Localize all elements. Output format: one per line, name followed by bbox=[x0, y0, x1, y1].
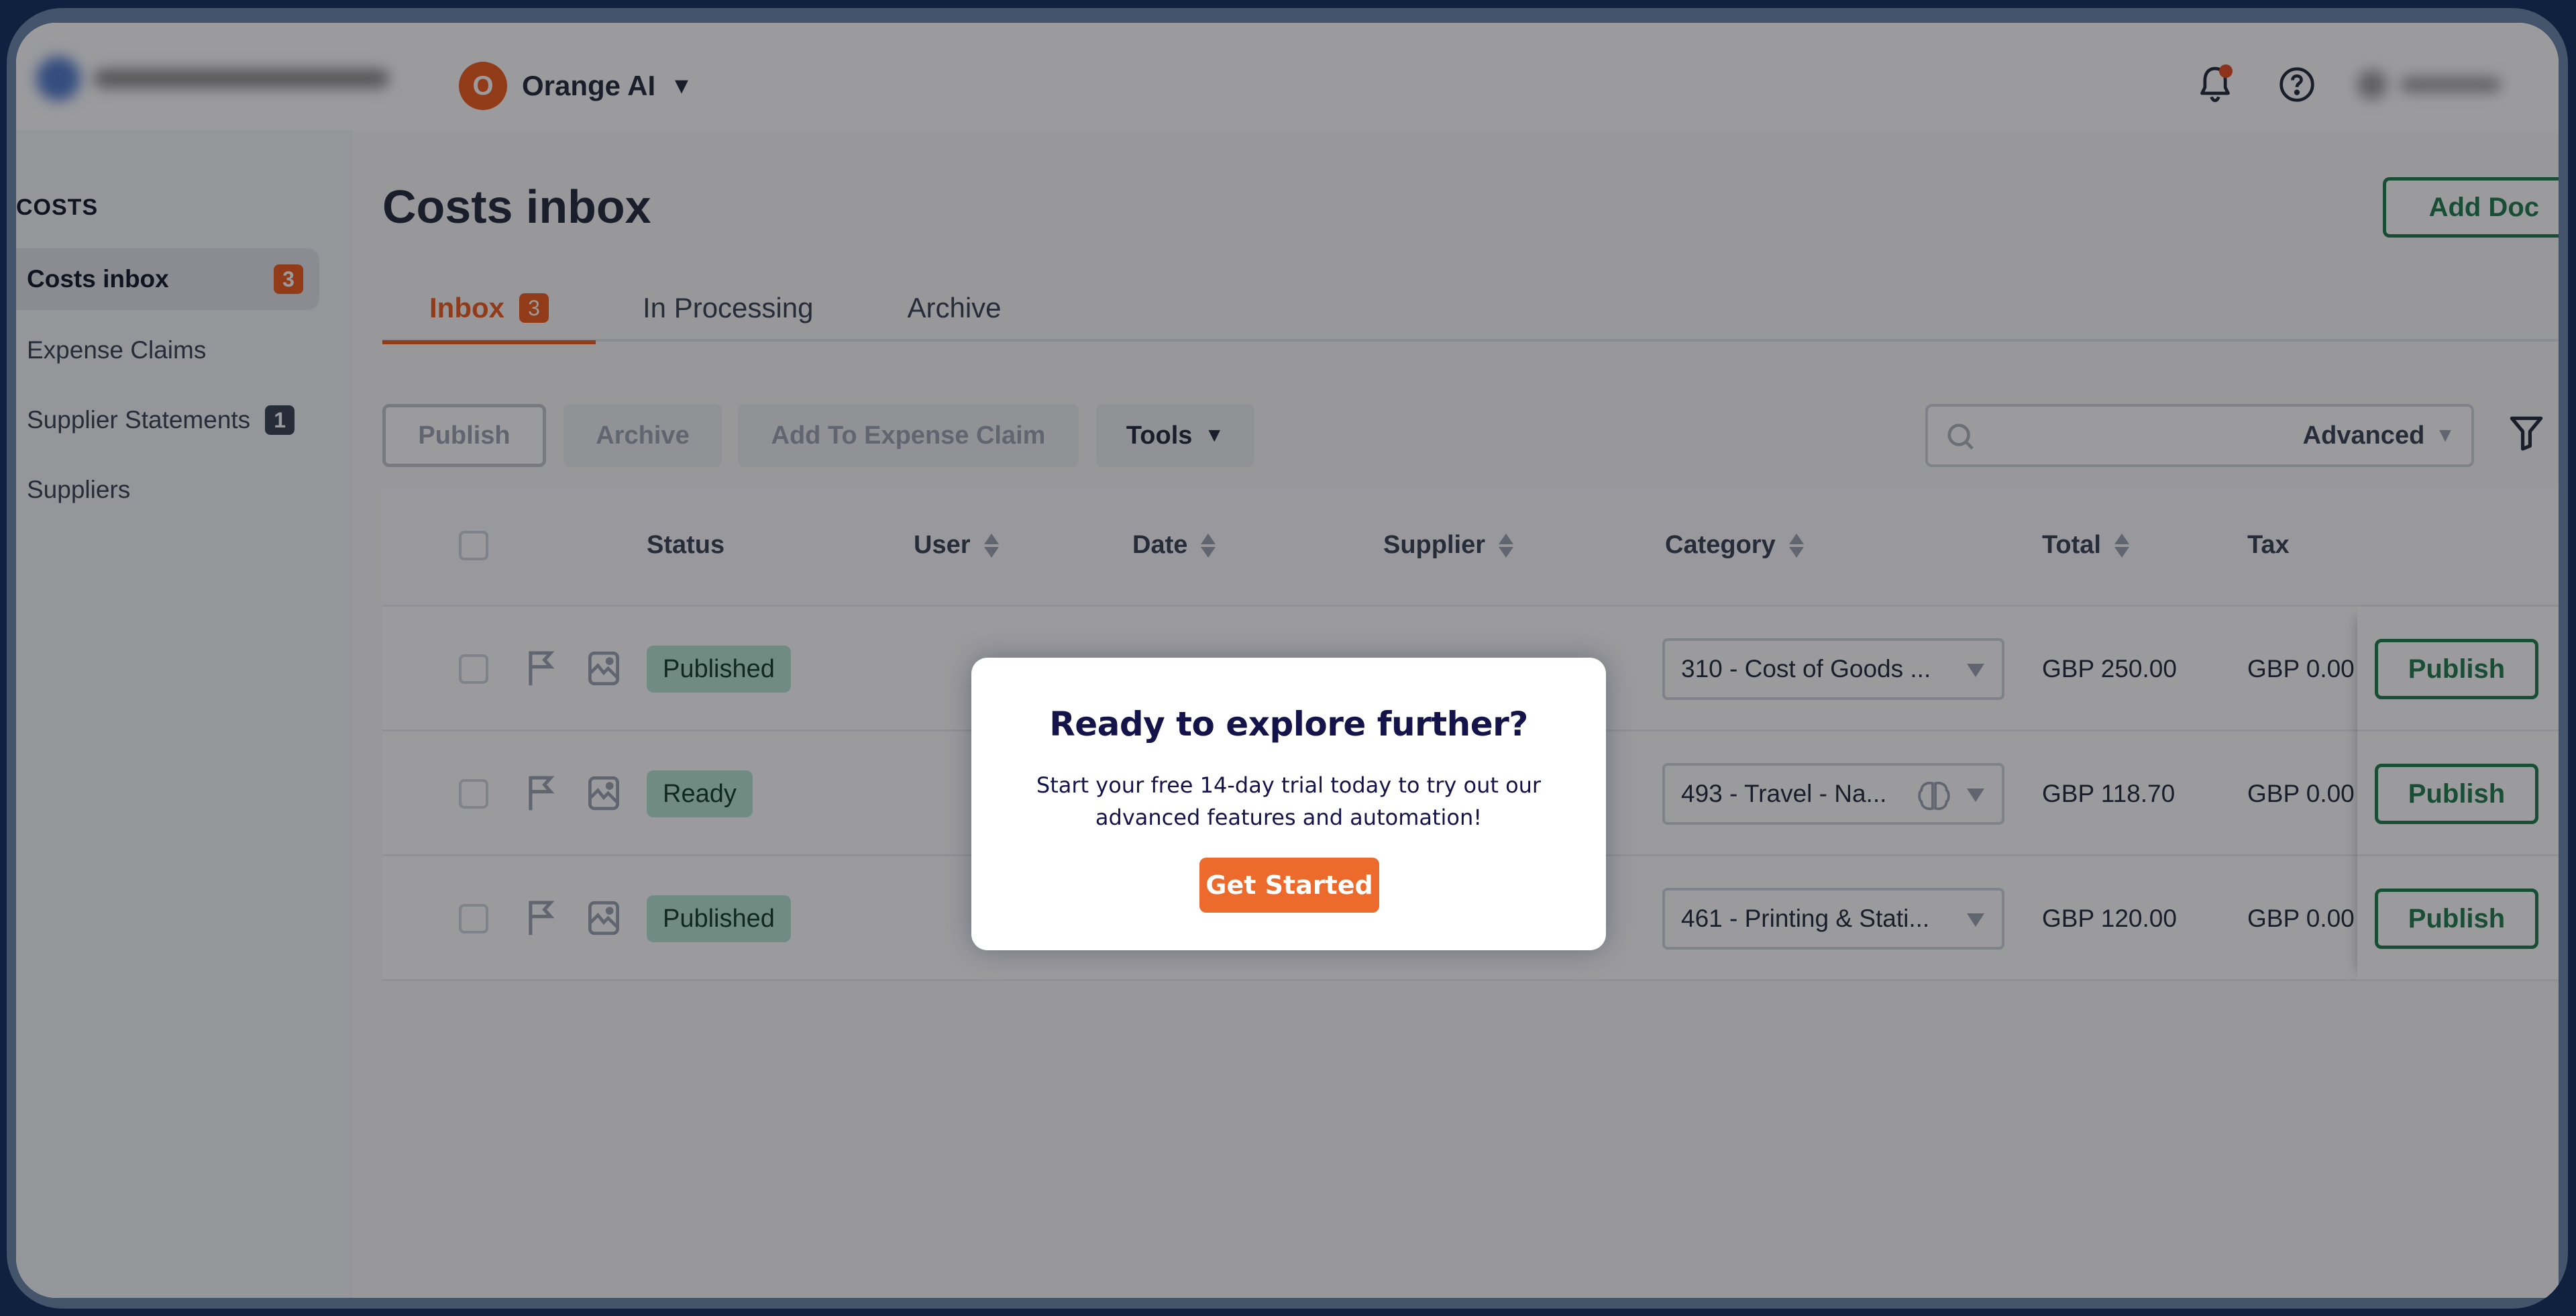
modal-body: Start your free 14-day trial today to tr… bbox=[1036, 772, 1542, 830]
upgrade-modal: Ready to explore further? Start your fre… bbox=[971, 658, 1606, 950]
get-started-button[interactable]: Get Started bbox=[1199, 858, 1379, 913]
modal-title: Ready to explore further? bbox=[1049, 705, 1528, 744]
device-bezel: O Orange AI ▼ COSTS Costs inbox 3 Expens… bbox=[7, 8, 2568, 1309]
app-screen: O Orange AI ▼ COSTS Costs inbox 3 Expens… bbox=[16, 23, 2559, 1298]
